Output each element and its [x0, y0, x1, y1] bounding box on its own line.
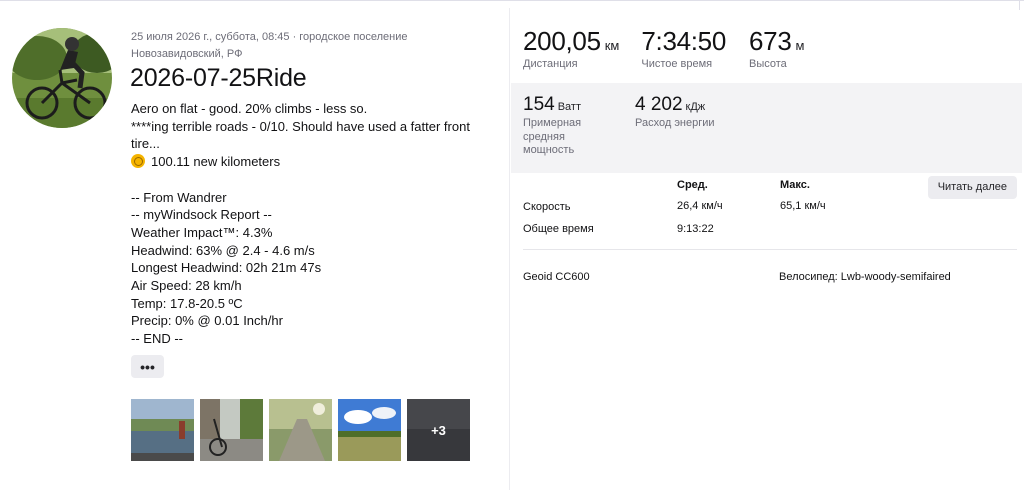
description-line: Aero on flat - good. 20% climbs - less s… — [131, 101, 368, 116]
secondary-stats: 154 Ватт Примерная средняя мощность 4 202… — [511, 83, 1022, 173]
divider — [523, 249, 1017, 250]
distance-unit: км — [604, 38, 620, 53]
column-header-max: Макс. — [780, 179, 810, 191]
description-line: ****ing terrible roads - 0/10. Should ha… — [131, 118, 470, 134]
elevation-label: Высота — [749, 58, 787, 70]
more-photos-count[interactable]: +3 — [407, 399, 470, 461]
report-line: Precip: 0% @ 0.01 Inch/hr — [131, 313, 283, 329]
power-label: средняя — [523, 130, 565, 143]
moving-time-value: 7:34:50 — [641, 26, 727, 56]
report-line: Air Speed: 28 km/h — [131, 278, 242, 294]
bike-name: Велосипед: Lwb-woody-semifaired — [779, 271, 951, 283]
activity-meta: 25 июля 2026 г., суббота, 08:45 · городс… — [131, 29, 501, 63]
column-header-avg: Сред. — [677, 179, 708, 191]
read-more-button[interactable]: Читать далее — [927, 176, 1017, 199]
elapsed-time-label: Общее время — [523, 223, 594, 235]
report-line: -- myWindsock Report -- — [131, 207, 272, 223]
photo-thumbnail[interactable]: +3 — [407, 399, 470, 461]
primary-stats: 200,05 км Дистанция 7:34:50 Чистое время … — [523, 25, 828, 71]
report-line: Weather Impact™: 4.3% — [131, 224, 273, 240]
avatar-image — [12, 28, 112, 128]
energy-value: 4 202 — [635, 94, 683, 115]
report-line: Headwind: 63% @ 2.4 - 4.6 m/s — [131, 242, 315, 258]
distance-label: Дистанция — [523, 58, 578, 70]
report-line: Temp: 17.8-20.5 ºC — [131, 295, 243, 311]
stat-distance: 200,05 км Дистанция — [523, 25, 619, 71]
more-options-button[interactable]: ••• — [131, 355, 164, 378]
activity-datetime: 25 июля 2026 г., суббота, 08:45 · городс… — [131, 31, 408, 43]
moving-time-label: Чистое время — [641, 58, 713, 70]
photo-thumbnail[interactable] — [131, 399, 194, 461]
photo-strip: +3 — [131, 399, 470, 461]
stat-moving-time: 7:34:50 Чистое время — [641, 25, 726, 71]
photo-thumbnail[interactable] — [338, 399, 401, 461]
power-label: Примерная — [523, 117, 582, 129]
elevation-unit: м — [795, 38, 805, 53]
speed-avg: 26,4 км/ч — [677, 200, 723, 212]
stat-elevation: 673 м Высота — [749, 25, 804, 71]
photo-thumbnail[interactable] — [200, 399, 263, 461]
activity-title: 2026-07-25Ride — [130, 64, 307, 92]
power-unit: Ватт — [557, 101, 581, 113]
stat-energy: 4 202 кДж Расход энергии — [635, 93, 715, 131]
stat-power: 154 Ватт Примерная средняя мощность — [523, 93, 581, 158]
avatar[interactable] — [12, 28, 112, 128]
description-line: tire... — [131, 136, 160, 152]
photo-thumbnail[interactable] — [269, 399, 332, 461]
energy-label: Расход энергии — [635, 117, 715, 129]
activity-description: Aero on flat - good. 20% climbs - less s… — [131, 100, 501, 348]
speed-label: Скорость — [523, 201, 571, 213]
report-line: -- END -- — [131, 331, 183, 347]
speed-max: 65,1 км/ч — [780, 200, 826, 212]
report-line: Longest Headwind: 02h 21m 47s — [131, 260, 322, 276]
activity-location: Новозавидовский, РФ — [131, 48, 243, 60]
elapsed-time-value: 9:13:22 — [677, 223, 714, 235]
energy-unit: кДж — [685, 101, 706, 113]
kudos-line: 100.11 new kilometers — [151, 154, 281, 170]
report-line: -- From Wandrer — [131, 189, 227, 205]
power-label: мощность — [523, 144, 575, 156]
clap-icon — [131, 154, 145, 169]
elevation-value: 673 — [749, 26, 792, 56]
device-name: Geoid CC600 — [523, 271, 590, 283]
power-value: 154 — [523, 94, 555, 115]
distance-value: 200,05 — [523, 26, 601, 56]
activity-summary: 25 июля 2026 г., суббота, 08:45 · городс… — [0, 8, 510, 490]
activity-stats: 200,05 км Дистанция 7:34:50 Чистое время … — [511, 8, 1022, 490]
